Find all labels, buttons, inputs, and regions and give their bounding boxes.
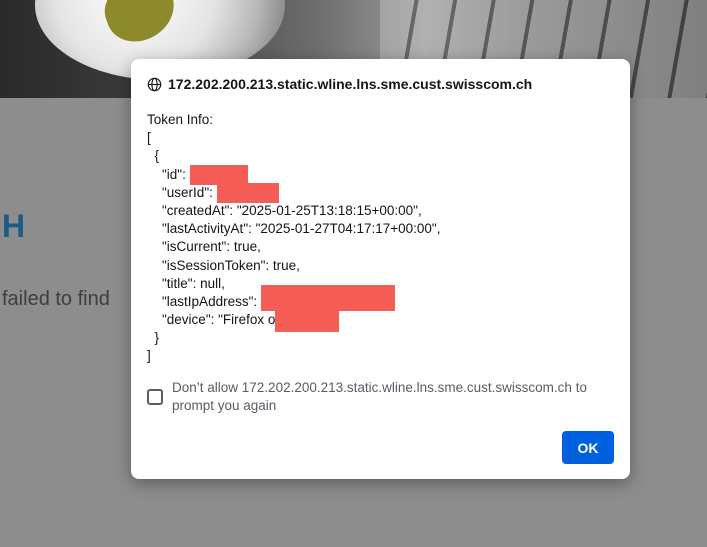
background-text: failed to find — [2, 288, 110, 310]
message-line: "isCurrent": true, — [147, 239, 261, 255]
dialog-header: 172.202.200.213.static.wline.lns.sme.cus… — [147, 75, 532, 93]
message-userid-key: "userId": — [147, 184, 217, 200]
message-line: Token Info: — [147, 112, 214, 127]
dont-allow-row[interactable]: Don’t allow 172.202.200.213.static.wline… — [147, 379, 617, 415]
dialog-message: Token Info: [ { "id": "userId": "created… — [147, 111, 615, 366]
globe-icon — [147, 77, 162, 92]
message-line: } — [147, 330, 160, 346]
message-line: "id": — [147, 164, 615, 185]
message-line: "createdAt": "2025-01-25T13:18:15+00:00"… — [147, 202, 422, 218]
message-line: "lastIpAddress": — [147, 284, 615, 311]
prompt-dialog: 172.202.200.213.static.wline.lns.sme.cus… — [131, 59, 630, 479]
message-device-key: "device": "Firefox on — [147, 312, 287, 328]
message-line: "userId": — [147, 182, 615, 203]
redaction-box — [216, 182, 279, 203]
message-line: "lastActivityAt": "2025-01-27T04:17:17+0… — [147, 221, 441, 237]
background-heading: H — [2, 208, 26, 244]
message-id-key: "id": — [147, 166, 190, 182]
message-line: "device": "Firefox on — [147, 310, 615, 333]
dont-allow-checkbox[interactable] — [147, 389, 163, 405]
message-line: ] — [147, 348, 151, 364]
redaction-box — [189, 164, 248, 185]
message-line: { — [147, 148, 160, 164]
message-line: [ — [147, 130, 151, 146]
redaction-box — [260, 284, 395, 311]
message-line: "isSessionToken": true, — [147, 257, 300, 273]
dialog-title: 172.202.200.213.static.wline.lns.sme.cus… — [168, 76, 533, 92]
message-lastip-key: "lastIpAddress": — [147, 293, 261, 309]
ok-button[interactable]: OK — [562, 431, 614, 464]
dont-allow-label[interactable]: Don’t allow 172.202.200.213.static.wline… — [172, 379, 612, 415]
